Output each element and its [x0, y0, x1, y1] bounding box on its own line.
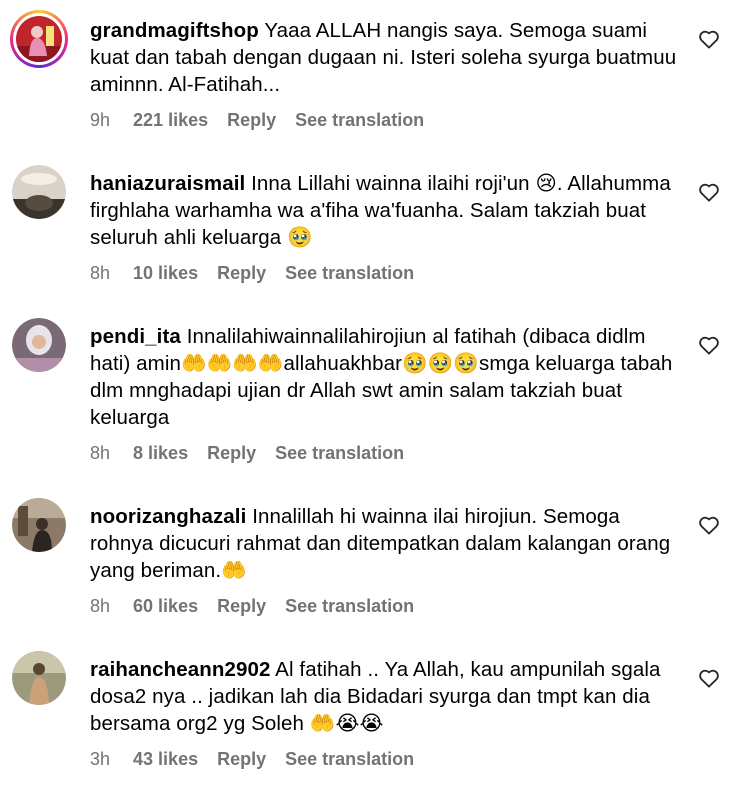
see-translation-button[interactable]: See translation [285, 596, 414, 617]
comment-meta: 9h 221 likes Reply See translation [90, 110, 424, 131]
avatar[interactable] [12, 651, 66, 705]
heart-outline-icon[interactable] [698, 29, 720, 49]
profile-photo-icon [12, 318, 66, 372]
comment-time[interactable]: 8h [90, 443, 110, 464]
avatar[interactable] [12, 165, 66, 219]
comment-text: raihancheann2902 Al fatihah .. Ya Allah,… [90, 656, 680, 737]
reply-button[interactable]: Reply [207, 443, 256, 464]
see-translation-button[interactable]: See translation [285, 749, 414, 770]
comment-text: grandmagiftshop Yaaa ALLAH nangis saya. … [90, 17, 680, 98]
reply-button[interactable]: Reply [217, 263, 266, 284]
comment-time[interactable]: 9h [90, 110, 110, 131]
comment-meta: 8h 60 likes Reply See translation [90, 596, 414, 617]
profile-photo-icon [12, 651, 66, 705]
heart-outline-icon[interactable] [698, 515, 720, 535]
avatar[interactable] [10, 10, 68, 68]
profile-photo-icon [12, 498, 66, 552]
reply-button[interactable]: Reply [217, 596, 266, 617]
comment-time[interactable]: 3h [90, 749, 110, 770]
comment-likes[interactable]: 8 likes [133, 443, 188, 464]
comment-likes[interactable]: 60 likes [133, 596, 198, 617]
see-translation-button[interactable]: See translation [285, 263, 414, 284]
comment-time[interactable]: 8h [90, 596, 110, 617]
comment-likes[interactable]: 221 likes [133, 110, 208, 131]
comment-text: haniazuraismail Inna Lillahi wainna ilai… [90, 170, 680, 251]
see-translation-button[interactable]: See translation [275, 443, 404, 464]
profile-photo-icon [12, 165, 66, 219]
avatar[interactable] [12, 318, 66, 372]
comment-meta: 3h 43 likes Reply See translation [90, 749, 414, 770]
comment-likes[interactable]: 10 likes [133, 263, 198, 284]
comment-username[interactable]: grandmagiftshop [90, 19, 259, 42]
comment-username[interactable]: noorizanghazali [90, 505, 246, 528]
comment-text: noorizanghazali Innalillah hi wainna ila… [90, 503, 680, 584]
see-translation-button[interactable]: See translation [295, 110, 424, 131]
heart-outline-icon[interactable] [698, 182, 720, 202]
heart-outline-icon[interactable] [698, 335, 720, 355]
comment-meta: 8h 10 likes Reply See translation [90, 263, 414, 284]
profile-photo-icon [16, 16, 62, 62]
reply-button[interactable]: Reply [217, 749, 266, 770]
comment-username[interactable]: haniazuraismail [90, 172, 245, 195]
comment-likes[interactable]: 43 likes [133, 749, 198, 770]
reply-button[interactable]: Reply [227, 110, 276, 131]
avatar[interactable] [12, 498, 66, 552]
heart-outline-icon[interactable] [698, 668, 720, 688]
comment-time[interactable]: 8h [90, 263, 110, 284]
comment-username[interactable]: raihancheann2902 [90, 658, 271, 681]
comment-meta: 8h 8 likes Reply See translation [90, 443, 404, 464]
comment-username[interactable]: pendi_ita [90, 325, 181, 348]
comment-text: pendi_ita Innalilahiwainnalilahirojiun a… [90, 323, 680, 431]
